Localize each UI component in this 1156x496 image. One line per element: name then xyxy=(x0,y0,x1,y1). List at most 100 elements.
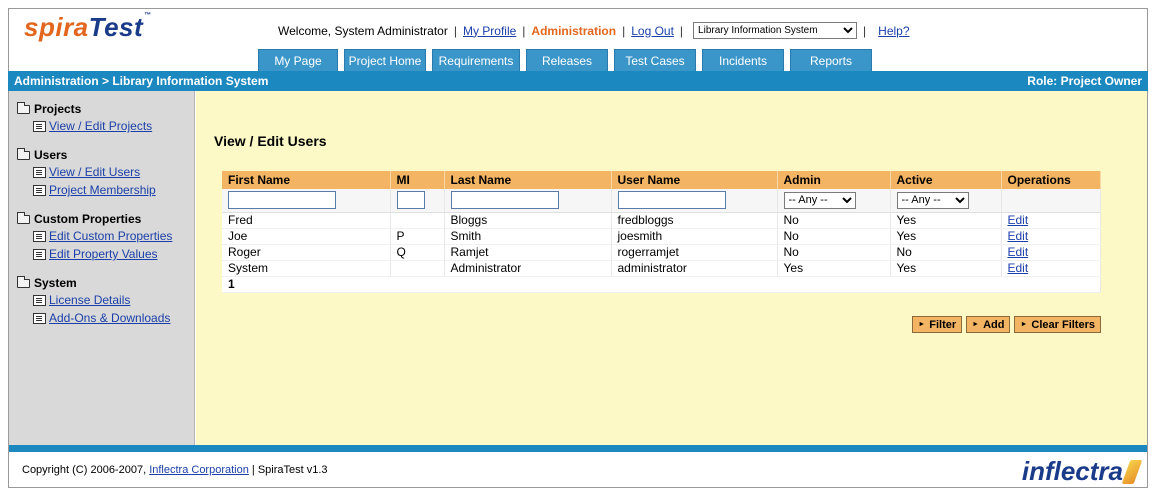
table-header-row: First Name MI Last Name User Name Admin … xyxy=(222,171,1101,189)
table-actions: ► Filter ► Add ► Clear Filters xyxy=(912,316,1101,333)
sidebar-heading-users: Users xyxy=(17,147,194,163)
sidebar-item-view-edit-projects[interactable]: View / Edit Projects xyxy=(33,117,194,135)
tab-my-page[interactable]: My Page xyxy=(258,49,338,71)
logo-spira-text: spira xyxy=(24,12,89,42)
sidebar-item-license-details[interactable]: License Details xyxy=(33,291,194,309)
tab-incidents[interactable]: Incidents xyxy=(702,49,784,71)
pagination-row: 1 xyxy=(222,276,1101,293)
tab-reports[interactable]: Reports xyxy=(790,49,872,71)
sidebar-item-label[interactable]: License Details xyxy=(49,293,130,307)
arrow-right-icon: ► xyxy=(1020,321,1028,328)
cell-first-name: Roger xyxy=(222,244,391,261)
sidebar-item-label[interactable]: View / Edit Projects xyxy=(49,119,152,133)
sidebar-heading-projects: Projects xyxy=(17,101,194,117)
separator: | xyxy=(863,23,867,38)
sidebar-section-projects: Projects View / Edit Projects xyxy=(17,101,194,135)
cell-first-name: Joe xyxy=(222,228,391,245)
sidebar-item-label[interactable]: Edit Property Values xyxy=(49,247,158,261)
first-name-filter-input[interactable] xyxy=(228,191,336,210)
cell-user-name: administrator xyxy=(611,260,778,277)
user-name-filter-input[interactable] xyxy=(617,191,726,210)
sidebar-item-label[interactable]: Edit Custom Properties xyxy=(49,229,172,243)
welcome-text: Welcome, System Administrator xyxy=(278,23,448,38)
edit-link[interactable]: Edit xyxy=(1008,261,1029,275)
separator: | xyxy=(522,23,526,38)
inflectra-logo-text: inflectra xyxy=(1021,456,1123,486)
filter-button[interactable]: ► Filter xyxy=(912,316,963,333)
my-profile-link[interactable]: My Profile xyxy=(463,24,516,38)
tab-project-home[interactable]: Project Home xyxy=(344,49,426,71)
tab-test-cases[interactable]: Test Cases xyxy=(614,49,696,71)
sidebar-heading-system: System xyxy=(17,275,194,291)
edit-link[interactable]: Edit xyxy=(1008,229,1029,243)
cell-operations: Edit xyxy=(1001,260,1101,277)
sidebar-heading-label: Custom Properties xyxy=(34,212,142,226)
document-icon xyxy=(33,166,46,178)
edit-link[interactable]: Edit xyxy=(1008,213,1029,227)
sidebar-heading-label: Projects xyxy=(34,102,82,116)
sidebar-section-users: Users View / Edit Users Project Membersh… xyxy=(17,147,194,199)
administration-link[interactable]: Administration xyxy=(531,24,616,38)
help-link[interactable]: Help? xyxy=(878,24,909,38)
sidebar-item-add-ons-downloads[interactable]: Add-Ons & Downloads xyxy=(33,309,194,327)
cell-user-name: fredbloggs xyxy=(611,212,778,229)
cell-last-name: Administrator xyxy=(444,260,612,277)
folder-icon xyxy=(17,147,30,160)
admin-filter-select[interactable]: -- Any -- xyxy=(783,191,856,209)
copyright-text: Copyright (C) 2006-2007, xyxy=(22,464,147,476)
separator: | xyxy=(453,23,457,38)
sidebar-item-label[interactable]: Add-Ons & Downloads xyxy=(49,311,170,325)
cell-mi: P xyxy=(390,228,445,245)
document-icon xyxy=(33,120,46,132)
column-header-last-name[interactable]: Last Name xyxy=(444,171,612,189)
sidebar-heading-label: Users xyxy=(34,148,68,162)
last-name-filter-input[interactable] xyxy=(450,191,559,210)
edit-link[interactable]: Edit xyxy=(1008,245,1029,259)
cell-admin: Yes xyxy=(777,260,891,277)
add-button[interactable]: ► Add xyxy=(966,316,1011,333)
spiratest-logo: spiraTest™ xyxy=(24,12,152,43)
column-header-admin[interactable]: Admin xyxy=(777,171,891,189)
folder-icon xyxy=(17,211,30,224)
cell-last-name: Bloggs xyxy=(444,212,612,229)
filter-cell xyxy=(390,189,445,213)
cell-operations: Edit xyxy=(1001,228,1101,245)
cell-active: No xyxy=(890,244,1002,261)
page-number[interactable]: 1 xyxy=(222,276,1101,293)
active-filter-select[interactable]: -- Any -- xyxy=(896,191,969,209)
column-header-user-name[interactable]: User Name xyxy=(611,171,778,189)
mi-filter-input[interactable] xyxy=(396,191,425,210)
column-header-active[interactable]: Active xyxy=(890,171,1002,189)
sidebar-item-edit-custom-properties[interactable]: Edit Custom Properties xyxy=(33,227,194,245)
column-header-mi[interactable]: MI xyxy=(390,171,445,189)
cell-active: Yes xyxy=(890,212,1002,229)
arrow-right-icon: ► xyxy=(918,321,926,328)
company-link[interactable]: Inflectra Corporation xyxy=(149,464,249,476)
column-header-operations: Operations xyxy=(1001,171,1101,189)
folder-icon xyxy=(17,101,30,114)
separator: | xyxy=(679,23,684,38)
version-text: | SpiraTest v1.3 xyxy=(251,464,328,476)
sidebar-item-label[interactable]: Project Membership xyxy=(49,183,156,197)
filter-cell: -- Any -- xyxy=(890,189,1002,213)
cell-active: Yes xyxy=(890,228,1002,245)
add-button-label: Add xyxy=(983,318,1005,331)
cell-first-name: System xyxy=(222,260,391,277)
sidebar-item-label[interactable]: View / Edit Users xyxy=(49,165,140,179)
filter-button-label: Filter xyxy=(929,318,957,331)
clear-filters-button[interactable]: ► Clear Filters xyxy=(1014,316,1101,333)
sidebar-item-edit-property-values[interactable]: Edit Property Values xyxy=(33,245,194,263)
column-header-first-name[interactable]: First Name xyxy=(222,171,391,189)
cell-user-name: rogerramjet xyxy=(611,244,778,261)
project-select[interactable]: Library Information System xyxy=(693,22,858,39)
tab-releases[interactable]: Releases xyxy=(526,49,608,71)
sidebar-item-project-membership[interactable]: Project Membership xyxy=(33,181,194,199)
arrow-right-icon: ► xyxy=(972,321,980,328)
filter-row: -- Any -- -- Any -- xyxy=(222,189,1101,213)
sidebar-item-view-edit-users[interactable]: View / Edit Users xyxy=(33,163,194,181)
cell-admin: No xyxy=(777,228,891,245)
main-content: View / Edit Users First Name MI Last Nam… xyxy=(196,91,1147,445)
tab-requirements[interactable]: Requirements xyxy=(432,49,520,71)
logout-link[interactable]: Log Out xyxy=(631,24,674,38)
document-icon xyxy=(33,230,46,242)
